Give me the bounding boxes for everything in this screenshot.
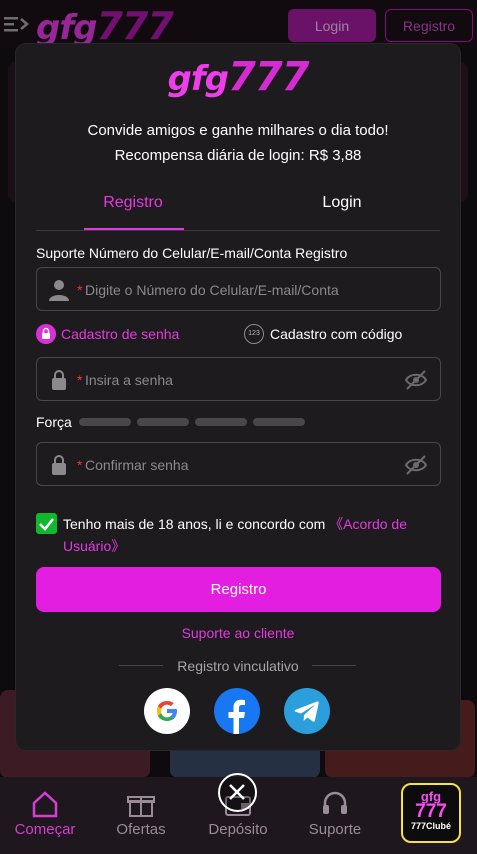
account-field-label: Suporte Número do Celular/E-mail/Conta R… xyxy=(36,245,348,261)
required-mark: * xyxy=(77,372,83,388)
strength-bar xyxy=(137,418,189,426)
password-input[interactable]: * Insira a senha xyxy=(36,357,441,401)
facebook-login-button[interactable] xyxy=(214,688,260,734)
account-input[interactable]: * Digite o Número do Celular/E-mail/Cont… xyxy=(36,267,441,311)
gift-icon xyxy=(127,796,155,817)
nav-label: Suporte xyxy=(308,821,362,838)
nav-label: Ofertas xyxy=(116,821,166,838)
confirm-password-input[interactable]: * Confirmar senha xyxy=(36,442,441,486)
user-icon xyxy=(49,280,69,301)
eye-off-icon[interactable] xyxy=(404,454,428,476)
lock-icon xyxy=(52,370,66,390)
agree-checkbox[interactable] xyxy=(36,513,57,534)
telegram-login-button[interactable] xyxy=(284,688,330,734)
club-badge[interactable]: gfg 777 777Clubé xyxy=(401,783,461,843)
divider-line xyxy=(312,665,356,666)
nav-item-ofertas[interactable]: Ofertas xyxy=(96,777,186,854)
nav-label: Depósito xyxy=(208,821,268,838)
tab-registro[interactable]: Registro xyxy=(68,194,198,212)
telegram-icon xyxy=(294,701,319,722)
option-password-label: Cadastro de senha xyxy=(61,326,180,342)
code-123-icon: 123 xyxy=(244,324,264,344)
nav-item-suporte[interactable]: Suporte xyxy=(290,777,380,854)
nav-item-comecar[interactable]: Começar xyxy=(0,777,90,854)
google-icon xyxy=(157,701,177,721)
register-button[interactable]: Registro xyxy=(36,567,441,612)
login-reward-text: Recompensa diária de login: R$ 3,88 xyxy=(114,147,362,164)
lock-icon xyxy=(52,455,66,475)
lock-icon xyxy=(36,324,56,344)
google-login-button[interactable] xyxy=(144,688,190,734)
eye-off-icon[interactable] xyxy=(404,369,428,391)
link-account-label: Registro vinculativo xyxy=(177,658,299,674)
nav-label: Começar xyxy=(14,821,76,838)
strength-label: Força xyxy=(36,414,72,430)
strength-bar xyxy=(79,418,131,426)
strength-bar xyxy=(195,418,247,426)
customer-support-link[interactable]: Suporte ao cliente xyxy=(16,625,460,641)
home-icon xyxy=(32,791,58,818)
promo-text: Convide amigos e ganhe milhares o dia to… xyxy=(87,122,389,139)
tab-divider xyxy=(36,230,440,231)
headset-icon xyxy=(323,791,347,814)
check-icon xyxy=(39,518,54,531)
account-placeholder: Digite o Número do Celular/E-mail/Conta xyxy=(85,282,339,298)
tab-login[interactable]: Login xyxy=(277,194,407,212)
option-code-label: Cadastro com código xyxy=(270,326,403,342)
close-icon xyxy=(229,784,245,800)
required-mark: * xyxy=(77,282,83,298)
strength-bar xyxy=(253,418,305,426)
close-modal-button[interactable] xyxy=(218,773,257,812)
facebook-icon xyxy=(228,699,245,734)
register-modal: gfg777 Convide amigos e ganhe milhares o… xyxy=(16,44,460,750)
agree-text: Tenho mais de 18 anos, li e concordo com… xyxy=(63,516,407,554)
password-placeholder: Insira a senha xyxy=(85,372,173,388)
confirm-password-placeholder: Confirmar senha xyxy=(85,457,189,473)
modal-logo: gfg777 xyxy=(167,54,310,100)
required-mark: * xyxy=(77,457,83,473)
